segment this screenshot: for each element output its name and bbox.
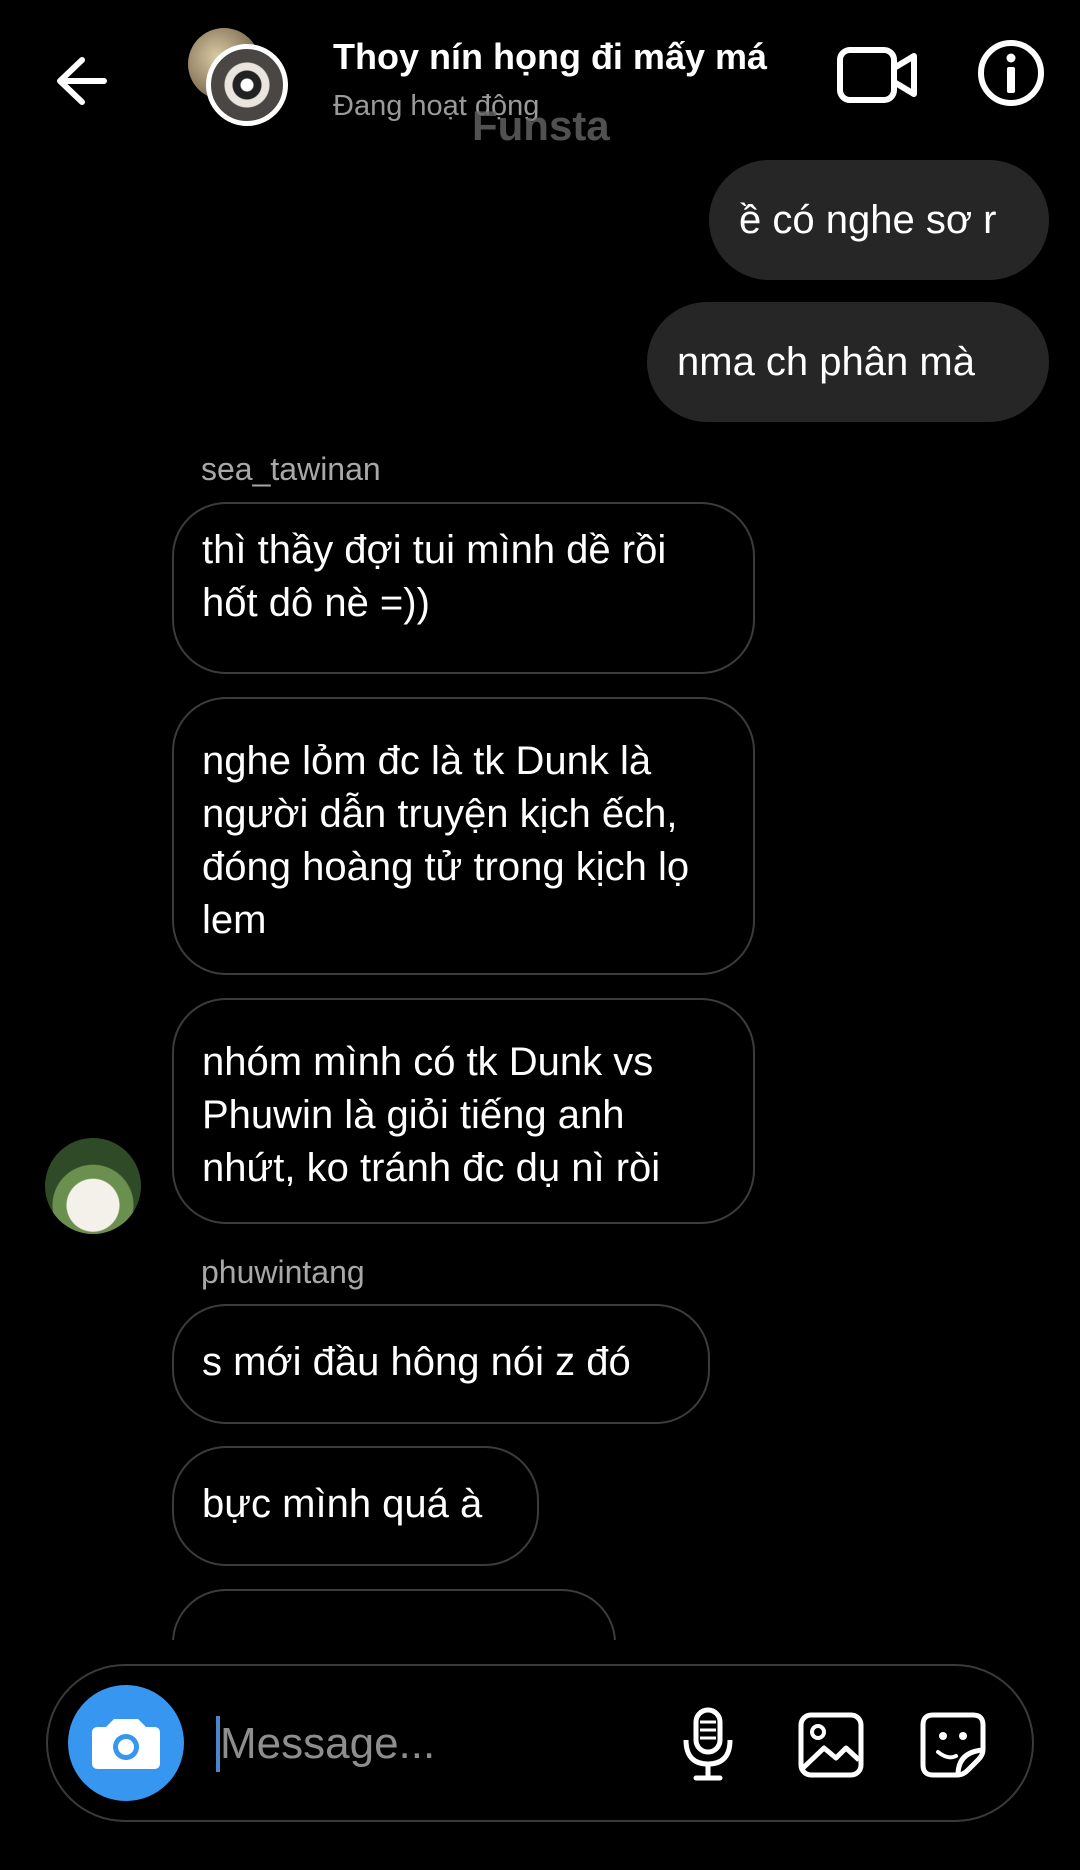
microphone-icon[interactable]: [678, 1706, 738, 1782]
my-message[interactable]: ề có nghe sơ r: [709, 160, 1049, 280]
group-avatar[interactable]: [188, 26, 293, 131]
message-list-overflow: [0, 1585, 1080, 1640]
group-avatar-front: [206, 44, 288, 126]
sender-name: phuwintang: [201, 1254, 365, 1290]
watermark: Funsta: [472, 102, 610, 149]
their-message[interactable]: nghe lỏm đc là tk Dunk là người dẫn truy…: [172, 697, 755, 975]
chat-header: Thoy nín họng đi mấy má Đang hoạt động F…: [0, 0, 1080, 150]
back-arrow-icon[interactable]: [42, 46, 112, 116]
sender-avatar[interactable]: [45, 1138, 141, 1234]
sender-name: sea_tawinan: [201, 451, 381, 487]
camera-icon: [92, 1719, 160, 1769]
their-message[interactable]: bực mình quá à: [172, 1446, 539, 1566]
gallery-icon[interactable]: [796, 1710, 866, 1780]
message-composer: [46, 1664, 1034, 1822]
their-message[interactable]: thì thầy đợi tui mình dề rồi hốt dô nè =…: [172, 502, 755, 674]
message-input[interactable]: [218, 1710, 642, 1778]
their-message[interactable]: nhóm mình có tk Dunk vs Phuwin là giỏi t…: [172, 998, 755, 1224]
my-message[interactable]: nma ch phân mà: [647, 302, 1049, 422]
chat-title[interactable]: Thoy nín họng đi mấy má: [333, 36, 767, 78]
info-icon[interactable]: [976, 38, 1046, 108]
sticker-icon[interactable]: [918, 1710, 988, 1780]
their-message[interactable]: s mới đầu hông nói z đó: [172, 1304, 710, 1424]
video-call-icon[interactable]: [836, 42, 918, 108]
camera-button[interactable]: [68, 1685, 184, 1801]
partial-message-bubble[interactable]: [172, 1589, 616, 1640]
